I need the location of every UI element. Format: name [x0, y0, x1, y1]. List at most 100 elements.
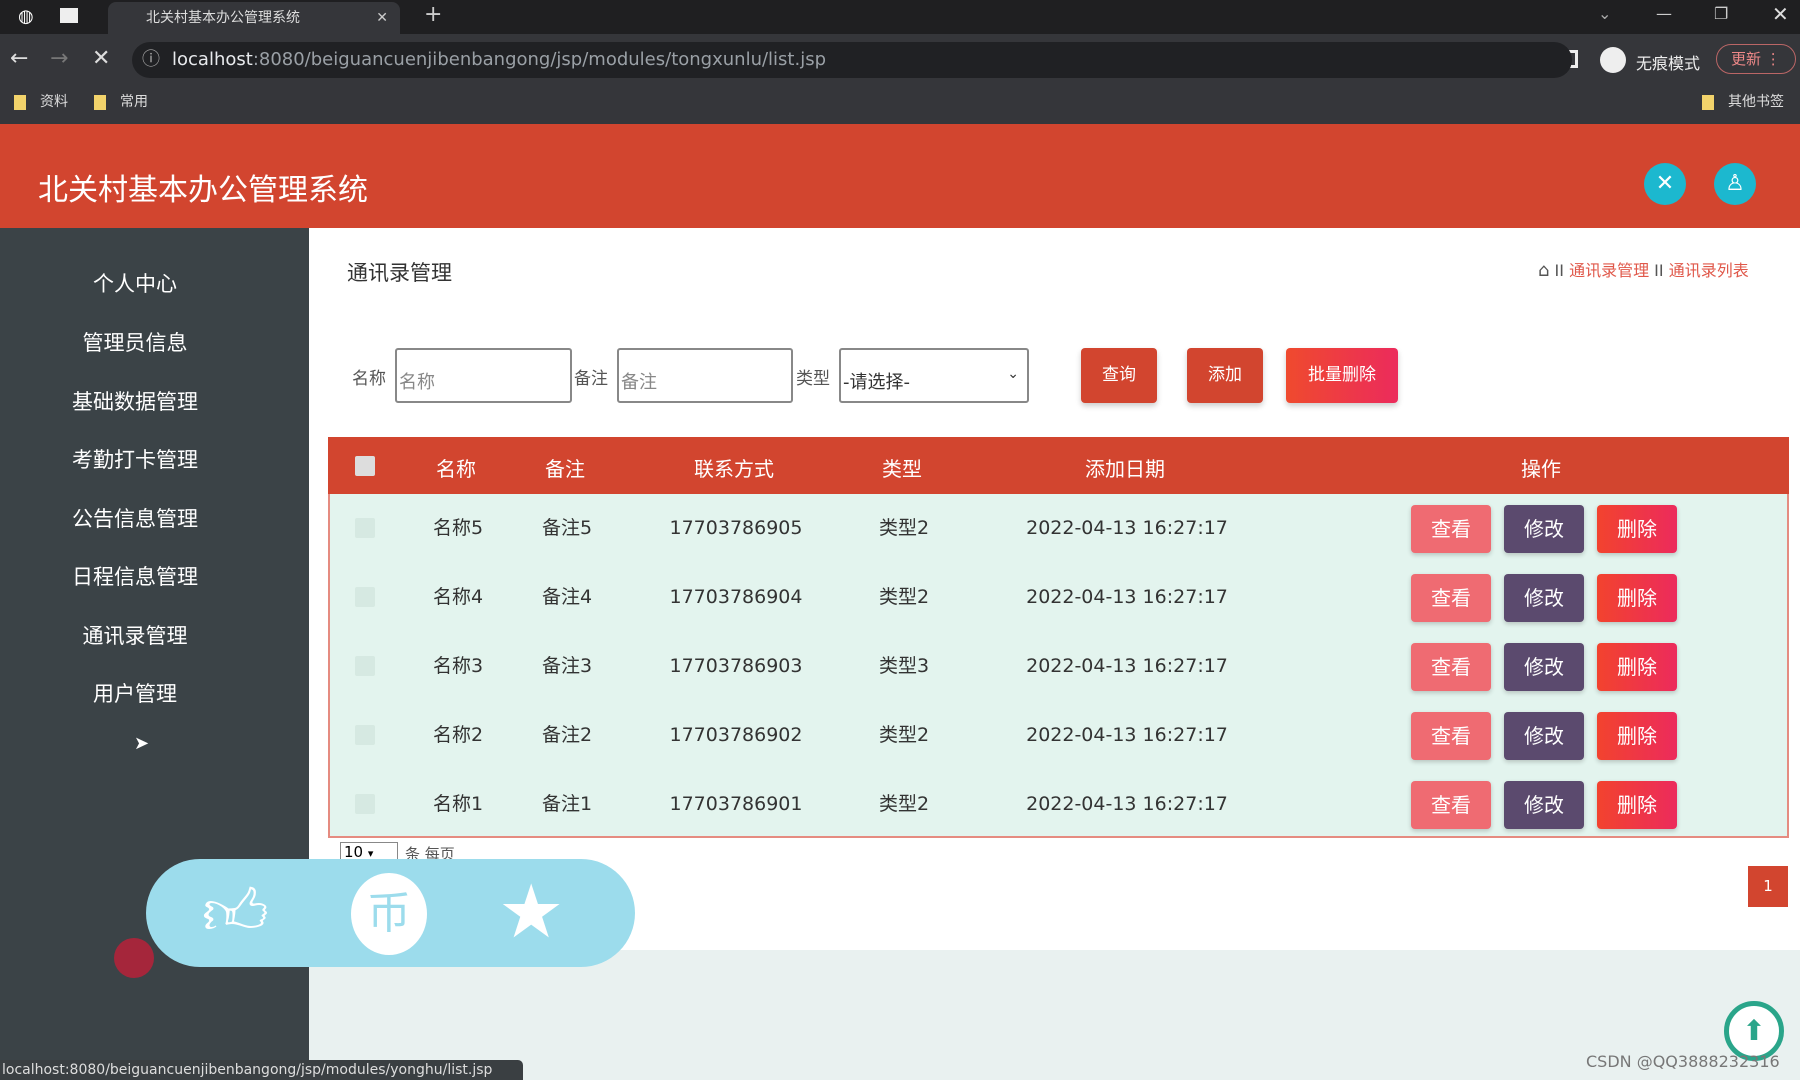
add-button[interactable]: 添加 — [1187, 348, 1263, 403]
browser-tab[interactable]: 北关村基本办公管理系统 ✕ — [108, 2, 400, 34]
close-tab-icon[interactable]: ✕ — [376, 2, 388, 34]
sidebar-item-admin-info[interactable]: 管理员信息 — [0, 327, 270, 357]
row-checkbox[interactable] — [355, 725, 375, 745]
folder-icon — [94, 94, 106, 110]
sidebar-item-base-data[interactable]: 基础数据管理 — [0, 386, 270, 416]
row-checkbox[interactable] — [355, 587, 375, 607]
delete-button[interactable]: 删除 — [1597, 712, 1677, 760]
incognito-icon — [1600, 47, 1626, 73]
type-select[interactable]: -请选择- ⌄ — [839, 348, 1029, 403]
select-all-checkbox[interactable] — [355, 456, 375, 476]
view-button[interactable]: 查看 — [1411, 643, 1491, 691]
delete-button[interactable]: 删除 — [1597, 574, 1677, 622]
bookmark-folder-1[interactable]: 常用 — [94, 86, 148, 118]
row-checkbox[interactable] — [355, 518, 375, 538]
restore-icon[interactable]: ❐ — [1714, 4, 1728, 23]
tab-list-icon[interactable]: ⌄ — [1598, 4, 1611, 23]
column-header-date: 添加日期 — [1085, 457, 1165, 481]
star-icon[interactable]: ★ — [498, 869, 564, 955]
cell-contact: 17703786902 — [669, 724, 803, 746]
cell-contact: 17703786905 — [669, 517, 803, 539]
column-header-note: 备注 — [545, 457, 585, 481]
cell-name: 名称4 — [432, 586, 484, 608]
row-checkbox[interactable] — [355, 794, 375, 814]
thumbs-up-icon[interactable]: 👍︎ — [202, 873, 269, 953]
type-label: 类型 — [796, 369, 830, 389]
close-window-icon[interactable]: ✕ — [1772, 2, 1789, 26]
bookmark-label: 常用 — [120, 94, 148, 110]
cell-type: 类型3 — [878, 655, 930, 677]
tab-search-icon[interactable] — [60, 8, 78, 23]
fullscreen-icon[interactable]: ✕ — [1644, 163, 1686, 205]
user-icon[interactable]: ♙ — [1714, 163, 1756, 205]
breadcrumb-contacts-mgmt[interactable]: 通讯录管理 — [1569, 261, 1649, 280]
cell-name: 名称3 — [432, 655, 484, 677]
cell-date: 2022-04-13 16:27:17 — [1026, 517, 1228, 539]
breadcrumb-contacts-list: 通讯录列表 — [1668, 261, 1749, 280]
delete-button[interactable]: 删除 — [1597, 505, 1677, 553]
sidebar-item-contacts[interactable]: 通讯录管理 — [0, 620, 270, 650]
cell-note: 备注2 — [541, 724, 593, 746]
table-header: 名称 备注 联系方式 类型 添加日期 操作 — [328, 437, 1789, 494]
cell-contact: 17703786903 — [669, 655, 803, 677]
app-title: 北关村基本办公管理系统 — [38, 173, 368, 208]
url-bar[interactable]: ⓘ localhost:8080/beiguancuenjibenbangong/… — [132, 42, 1572, 78]
cell-name: 名称5 — [432, 517, 484, 539]
minimize-icon[interactable]: — — [1656, 4, 1672, 23]
view-button[interactable]: 查看 — [1411, 781, 1491, 829]
view-button[interactable]: 查看 — [1411, 712, 1491, 760]
back-icon[interactable]: ← — [10, 46, 28, 71]
sidebar-item-announcements[interactable]: 公告信息管理 — [0, 503, 270, 533]
page-1-button[interactable]: 1 — [1748, 866, 1788, 907]
edit-button[interactable]: 修改 — [1504, 574, 1584, 622]
cell-type: 类型2 — [878, 517, 930, 539]
home-icon[interactable]: ⌂ — [1538, 260, 1549, 281]
view-button[interactable]: 查看 — [1411, 505, 1491, 553]
sidebar-item-schedule[interactable]: 日程信息管理 — [0, 561, 270, 591]
browser-icon: ◍ — [18, 6, 34, 27]
cell-type: 类型2 — [878, 586, 930, 608]
status-bar-url: localhost:8080/beiguancuenjibenbangong/j… — [0, 1060, 523, 1080]
folder-icon — [1702, 94, 1714, 110]
sidebar-item-users[interactable]: 用户管理 — [0, 678, 270, 708]
column-header-name: 名称 — [436, 457, 476, 481]
batch-delete-button[interactable]: 批量删除 — [1286, 348, 1398, 403]
chevron-down-icon: ⌄ — [1007, 366, 1019, 382]
edit-button[interactable]: 修改 — [1504, 712, 1584, 760]
coin-icon[interactable]: 币 — [351, 873, 427, 955]
sidebar-item-attendance[interactable]: 考勤打卡管理 — [0, 444, 270, 474]
view-button[interactable]: 查看 — [1411, 574, 1491, 622]
bookmark-folder-0[interactable]: 资料 — [14, 86, 68, 118]
sidebar-item-personal-center[interactable]: 个人中心 — [0, 268, 270, 298]
new-tab-icon[interactable]: + — [424, 2, 442, 27]
tab-title: 北关村基本办公管理系统 — [146, 10, 300, 26]
query-button[interactable]: 查询 — [1081, 348, 1157, 403]
table-row: 名称5 备注5 17703786905 类型2 2022-04-13 16:27:17 查… — [330, 494, 1787, 563]
edit-button[interactable]: 修改 — [1504, 781, 1584, 829]
update-button[interactable]: 更新 ⋮ — [1716, 44, 1796, 74]
column-header-type: 类型 — [882, 457, 922, 481]
other-bookmarks[interactable]: 其他书签 — [1702, 86, 1784, 118]
note-input[interactable]: 备注 — [617, 348, 793, 403]
column-header-contact: 联系方式 — [694, 457, 774, 481]
row-checkbox[interactable] — [355, 656, 375, 676]
table-row: 名称1 备注1 17703786901 类型2 2022-04-13 16:27:17 查… — [330, 770, 1787, 839]
browser-tab-bar: ◍ 北关村基本办公管理系统 ✕ + ⌄ — ❐ ✕ — [0, 0, 1800, 34]
edit-button[interactable]: 修改 — [1504, 505, 1584, 553]
incognito-label: 无痕模式 — [1636, 54, 1701, 73]
edit-button[interactable]: 修改 — [1504, 643, 1584, 691]
cell-date: 2022-04-13 16:27:17 — [1026, 793, 1228, 815]
url-path: :8080/beiguancuenjibenbangong/jsp/module… — [252, 49, 826, 70]
name-input[interactable]: 名称 — [395, 348, 572, 403]
cell-date: 2022-04-13 16:27:17 — [1026, 586, 1228, 608]
breadcrumb: ⌂ II 通讯录管理 II 通讯录列表 — [1538, 257, 1749, 281]
cell-note: 备注5 — [541, 517, 593, 539]
cell-contact: 17703786901 — [669, 793, 803, 815]
delete-button[interactable]: 删除 — [1597, 781, 1677, 829]
delete-button[interactable]: 删除 — [1597, 643, 1677, 691]
cell-type: 类型2 — [878, 793, 930, 815]
forward-icon[interactable]: → — [50, 46, 68, 71]
folder-icon — [14, 94, 26, 110]
stop-icon[interactable]: ✕ — [92, 46, 110, 71]
cell-note: 备注3 — [541, 655, 593, 677]
